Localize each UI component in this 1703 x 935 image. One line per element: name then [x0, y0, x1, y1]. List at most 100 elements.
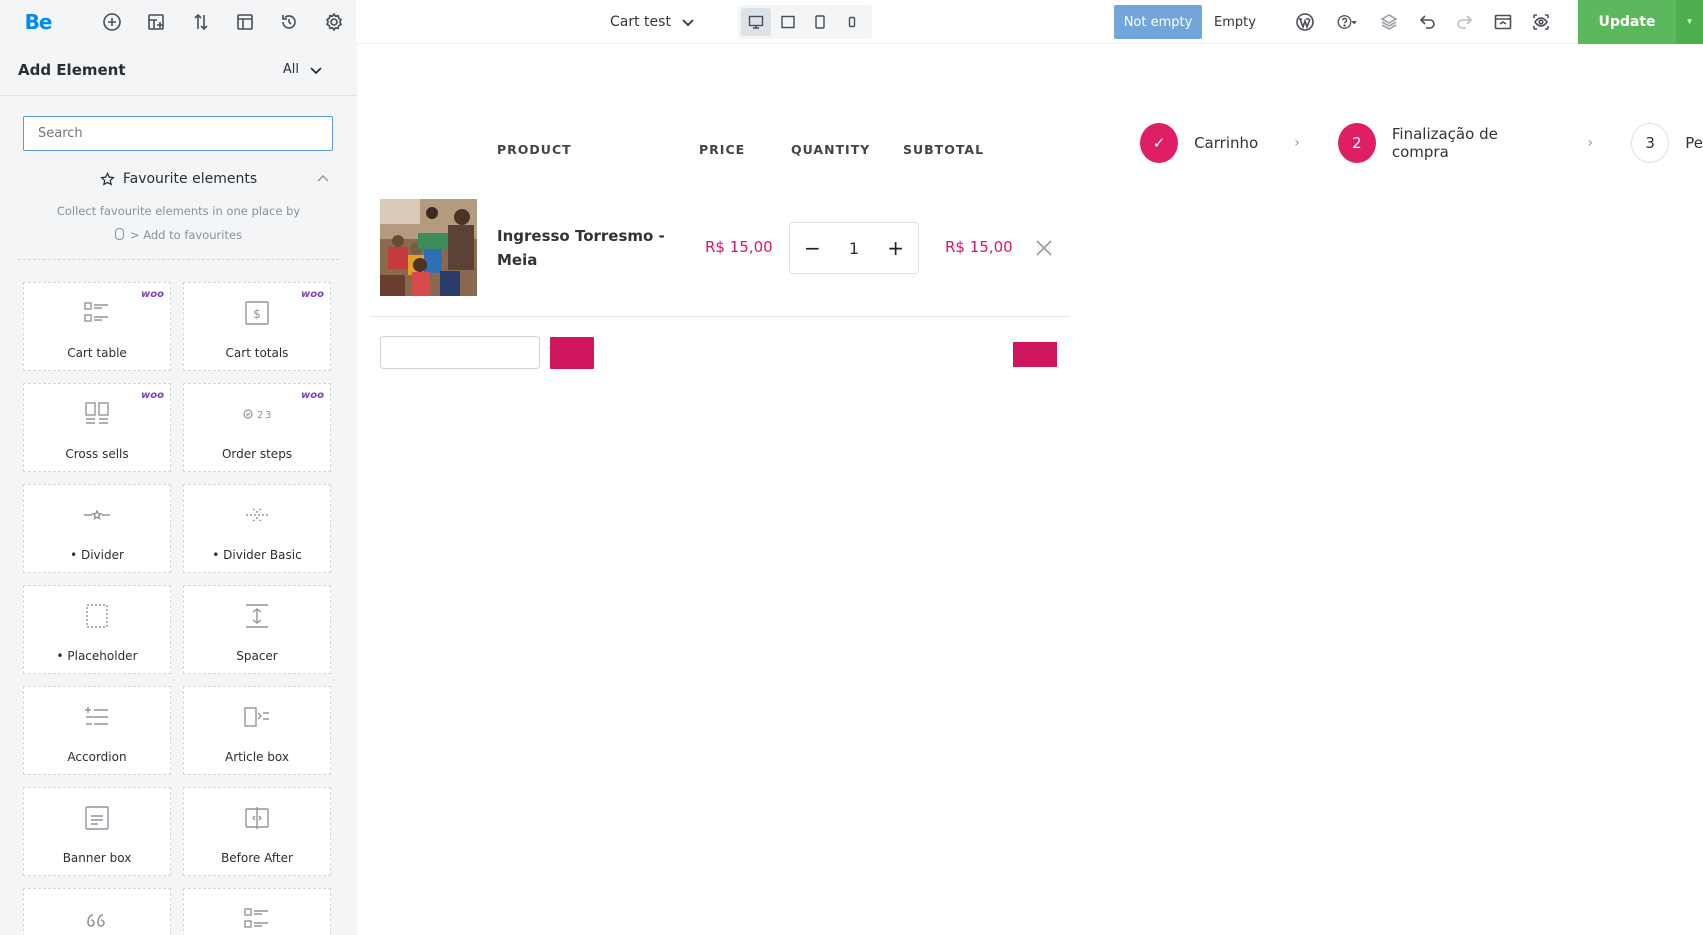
element-card-label: Order steps — [221, 447, 293, 461]
quantity-increase-button[interactable]: + — [887, 236, 904, 260]
divider-basic-icon — [242, 501, 272, 529]
top-toolbar: Be Cart test Not empty Empty Update ▾ — [0, 0, 1703, 44]
wordpress-icon[interactable] — [1286, 0, 1324, 44]
preview-browser-icon[interactable] — [1484, 0, 1522, 44]
history-icon[interactable] — [267, 0, 311, 44]
laptop-view-icon[interactable] — [773, 8, 803, 36]
element-card-label: Article box — [224, 750, 289, 764]
live-preview-eye-icon[interactable] — [1522, 0, 1560, 44]
tablet-view-icon[interactable] — [805, 8, 835, 36]
sidebar-divider — [18, 259, 339, 260]
element-card[interactable]: • Placeholder — [23, 585, 171, 674]
product-thumbnail[interactable] — [380, 199, 477, 296]
add-element-icon[interactable] — [90, 0, 134, 44]
element-card[interactable]: 2 3 woo Order steps — [183, 383, 331, 472]
quantity-value[interactable]: 1 — [849, 239, 859, 258]
element-card[interactable]: • Divider Basic — [183, 484, 331, 573]
element-card[interactable]: Banner box — [23, 787, 171, 876]
device-switcher — [738, 5, 872, 39]
be-logo[interactable]: Be — [0, 0, 76, 44]
placeholder-icon — [82, 602, 112, 630]
favourite-desc-line1: Collect favourite elements in one place … — [56, 204, 301, 218]
svg-text:$: $ — [253, 307, 261, 321]
element-card-label: • Divider Basic — [212, 548, 302, 562]
woo-badge: woo — [141, 289, 164, 300]
add-element-sidebar: Add Element All Favourite elements Colle… — [0, 44, 357, 935]
element-card-label: Cart totals — [225, 346, 289, 360]
step-marker: ✓ — [1140, 123, 1179, 163]
element-card[interactable]: Before After — [183, 787, 331, 876]
before-after-icon — [242, 804, 272, 832]
builder-app: Be Cart test Not empty Empty Update ▾ Ad… — [0, 0, 1703, 935]
element-card[interactable]: Accordion — [23, 686, 171, 775]
redo-icon[interactable] — [1446, 0, 1484, 44]
search-wrapper — [0, 96, 357, 151]
mobile-view-icon[interactable] — [837, 8, 867, 36]
apply-coupon-button[interactable] — [550, 337, 594, 369]
element-card[interactable]: Article box — [183, 686, 331, 775]
layers-icon[interactable] — [1370, 0, 1408, 44]
element-filter-dropdown[interactable]: All — [283, 62, 323, 77]
cart-totals-icon: $ — [242, 299, 272, 327]
favourite-elements-header[interactable]: Favourite elements — [0, 159, 357, 199]
templates-icon[interactable] — [223, 0, 267, 44]
filter-value: All — [282, 62, 299, 77]
element-card[interactable]: woo Cart table — [23, 282, 171, 371]
coupon-code-input[interactable] — [380, 336, 540, 369]
star-icon — [100, 171, 115, 186]
chevron-up-icon[interactable] — [317, 173, 329, 185]
sort-icon[interactable] — [179, 0, 223, 44]
woo-badge: woo — [141, 390, 164, 401]
sidebar-header: Add Element All — [0, 44, 357, 96]
step-marker: 3 — [1631, 123, 1670, 163]
step-marker: 2 — [1337, 123, 1376, 163]
element-card[interactable] — [183, 888, 331, 935]
list-icon — [242, 905, 272, 933]
product-price: R$ 15,00 — [705, 238, 773, 256]
favourite-elements-title: Favourite elements — [122, 171, 258, 187]
element-card-label: • Placeholder — [56, 649, 138, 663]
favourite-desc-line2-wrap: > Add to favourites — [0, 223, 357, 247]
quantity-stepper: − 1 + — [789, 222, 919, 274]
toolbar-left-group — [76, 0, 356, 44]
element-card[interactable]: Spacer — [183, 585, 331, 674]
element-card-label: Banner box — [62, 851, 132, 865]
undo-icon[interactable] — [1408, 0, 1446, 44]
page-selector[interactable]: Cart test — [610, 0, 695, 44]
empty-toggle[interactable]: Empty — [1202, 5, 1268, 39]
toolbar-right-group — [1286, 0, 1560, 44]
step-separator-icon: › — [1294, 135, 1300, 151]
woo-badge: woo — [301, 289, 324, 300]
svg-text:2: 2 — [257, 410, 263, 421]
element-card[interactable]: • Divider — [23, 484, 171, 573]
update-options-caret[interactable]: ▾ — [1676, 0, 1703, 44]
step-separator-icon: › — [1587, 135, 1594, 151]
remove-item-icon[interactable] — [1034, 238, 1054, 258]
header-quantity: QUANTITY — [791, 142, 871, 157]
header-price: PRICE — [699, 142, 746, 157]
update-button[interactable]: Update — [1578, 0, 1676, 44]
update-cart-button[interactable] — [1013, 342, 1057, 367]
element-card[interactable]: woo Cross sells — [23, 383, 171, 472]
product-name[interactable]: Ingresso Torresmo - Meia — [497, 224, 667, 272]
settings-gear-icon[interactable] — [312, 0, 356, 44]
favourite-description: Collect favourite elements in one place … — [0, 199, 357, 247]
quantity-decrease-button[interactable]: − — [804, 236, 821, 260]
add-section-icon[interactable] — [134, 0, 178, 44]
sidebar-title: Add Element — [18, 60, 126, 79]
element-card[interactable]: $ woo Cart totals — [183, 282, 331, 371]
quote-icon — [82, 905, 112, 933]
cart-row-divider — [370, 316, 1070, 317]
element-card-label: Spacer — [236, 649, 278, 663]
not-empty-toggle[interactable]: Not empty — [1114, 5, 1202, 39]
favourite-desc-line2: > Add to favourites — [129, 228, 243, 242]
desktop-view-icon[interactable] — [741, 8, 771, 36]
article-box-icon — [242, 703, 272, 731]
woo-badge: woo — [301, 390, 324, 401]
help-icon[interactable] — [1324, 0, 1370, 44]
element-card[interactable] — [23, 888, 171, 935]
header-subtotal: SUBTOTAL — [903, 142, 985, 157]
page-canvas: PRODUCT PRICE QUANTITY SUBTOTAL Ingresso… — [357, 44, 1703, 935]
search-input[interactable] — [23, 116, 333, 151]
chevron-down-icon — [310, 66, 322, 74]
